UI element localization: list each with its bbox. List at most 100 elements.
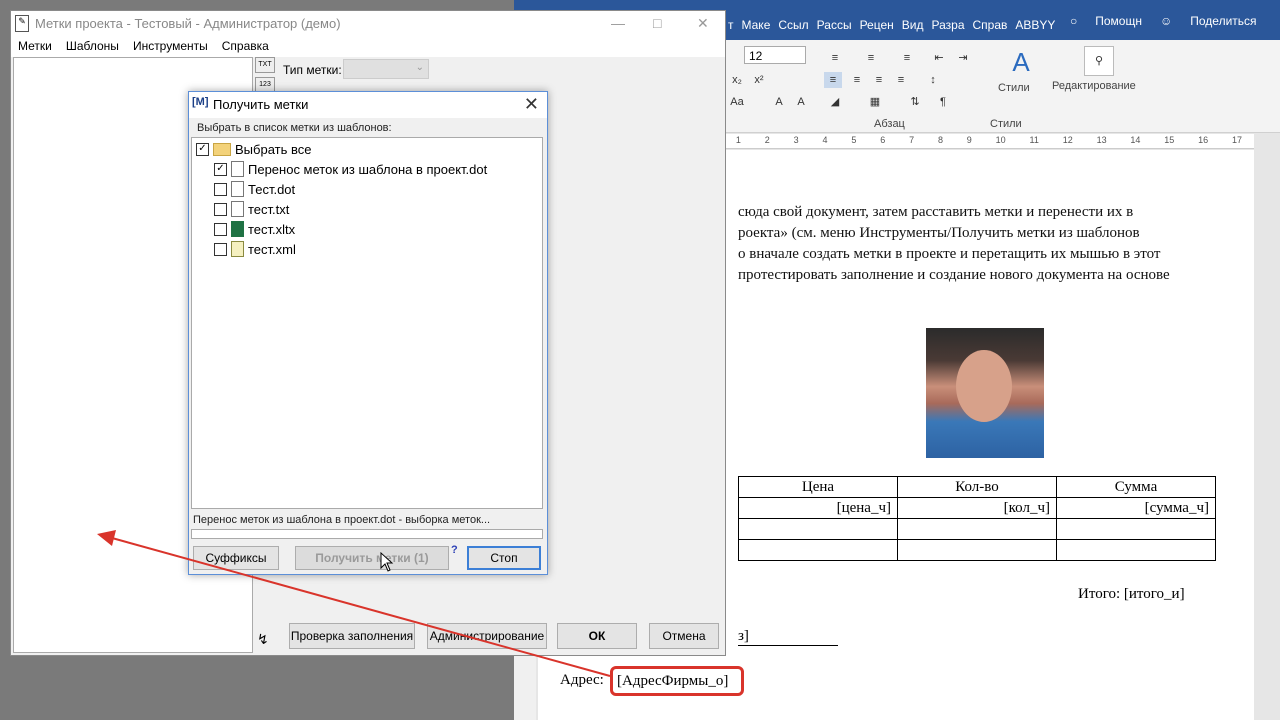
tag-type-label: Тип метки: (283, 63, 342, 77)
menu-item-help[interactable]: Справка (215, 37, 276, 57)
cancel-button[interactable]: Отмена (649, 623, 719, 649)
document-icon: ✎ (15, 15, 29, 32)
ribbon-tab[interactable]: Рецен (856, 14, 898, 38)
ribbon-tab[interactable]: Рассы (813, 14, 856, 38)
ribbon-tab[interactable]: Справ (969, 14, 1012, 38)
suffixes-button[interactable]: Суффиксы (193, 546, 279, 570)
shading-icon[interactable]: ◢ (826, 94, 844, 110)
progress-bar (191, 529, 543, 539)
paragraph-group-label: Абзац (874, 118, 905, 130)
tag-type-select[interactable]: ⌄ (343, 59, 429, 79)
share-button[interactable]: Поделиться (1190, 14, 1256, 28)
ribbon-tab[interactable]: Вид (898, 14, 928, 38)
tree-row-template[interactable]: Тест.dot (214, 180, 295, 198)
doc-text-line: о вначале создать метки в проекте и пере… (738, 246, 1161, 262)
ruler-mark: 4 (822, 135, 828, 145)
paragraph-marks-icon[interactable]: ¶ (934, 94, 952, 110)
tree-row-select-all[interactable]: ✓ Выбрать все (196, 140, 311, 158)
search-icon[interactable]: ⚲ (1084, 46, 1114, 76)
ruler-mark: 16 (1198, 135, 1209, 145)
table-cell: [сумма_ч] (1056, 497, 1216, 519)
superscript-icon[interactable]: x² (750, 72, 768, 88)
table-cell (738, 518, 898, 540)
menu-item-templates[interactable]: Шаблоны (59, 37, 126, 57)
table-header-sum: Сумма (1056, 476, 1216, 498)
doc-text-line: сюда свой документ, затем расставить мет… (738, 204, 1134, 220)
tell-me-button[interactable]: Помощн (1095, 14, 1142, 28)
chevron-down-icon: ⌄ (415, 62, 424, 73)
admin-button[interactable]: Администрирование (427, 623, 547, 649)
menu-item-tools[interactable]: Инструменты (126, 37, 215, 57)
bullets-icon[interactable]: ≡ (826, 50, 844, 66)
checkbox-checked[interactable]: ✓ (196, 142, 209, 156)
maximize-icon[interactable]: □ (653, 15, 661, 31)
numbering-icon[interactable]: ≡ (862, 50, 880, 66)
person-icon: ☺ (1159, 14, 1173, 28)
ruler-mark: 13 (1096, 135, 1107, 145)
close-icon[interactable]: ✕ (697, 15, 709, 32)
template-name: тест.txt (248, 201, 290, 217)
font-size-combo[interactable]: 12 (744, 46, 806, 64)
ribbon-tab[interactable]: Маке (738, 14, 775, 38)
dialog-status-text: Перенос меток из шаблона в проект.dot - … (193, 514, 491, 526)
table-cell: [кол_ч] (897, 497, 1057, 519)
check-fill-button[interactable]: Проверка заполнения (289, 623, 415, 649)
templates-tree[interactable]: ✓ Выбрать все ✓ Перенос меток из шаблона… (191, 137, 543, 509)
get-tags-button[interactable]: Получить метки (1) (295, 546, 449, 570)
multilevel-list-icon[interactable]: ≡ (898, 50, 916, 66)
checkbox-checked[interactable]: ✓ (214, 162, 227, 176)
align-right-icon[interactable]: ≡ (870, 72, 888, 88)
checkbox-unchecked[interactable] (214, 242, 227, 256)
line-spacing-icon[interactable]: ↕ (924, 72, 942, 88)
table-header-price: Цена (738, 476, 898, 498)
tree-row-template[interactable]: тест.xltx (214, 220, 295, 238)
txt-tag-icon[interactable]: TXT (255, 57, 275, 73)
main-title-bar[interactable]: ✎ Метки проекта - Тестовый - Администрат… (11, 11, 725, 37)
close-icon[interactable]: ✕ (524, 94, 539, 115)
ruler-mark: 5 (851, 135, 857, 145)
align-left-icon[interactable]: ≡ (824, 72, 842, 88)
word-title-actions: ○ Помощн ☺ Поделиться (1070, 14, 1257, 28)
get-tags-dialog: [M] Получить метки ✕ Выбрать в список ме… (188, 91, 548, 575)
font-shrink-icon[interactable]: A (792, 94, 810, 110)
wand-icon[interactable]: ↯ (257, 631, 269, 648)
ribbon-tab[interactable]: Ссыл (774, 14, 812, 38)
checkbox-unchecked[interactable] (214, 202, 227, 216)
editing-button-label[interactable]: Редактирование (1052, 80, 1136, 92)
ruler-mark: 12 (1062, 135, 1073, 145)
styles-icon[interactable]: A (1006, 46, 1036, 78)
checkbox-unchecked[interactable] (214, 182, 227, 196)
subscript-icon[interactable]: x₂ (728, 72, 746, 88)
dialog-title-bar[interactable]: [M] Получить метки ✕ (189, 92, 547, 118)
ribbon-tab[interactable]: т (724, 14, 738, 38)
help-icon[interactable]: ? (451, 544, 458, 556)
ruler-mark: 1 (735, 135, 741, 145)
align-center-icon[interactable]: ≡ (848, 72, 866, 88)
dialog-title: Получить метки (213, 97, 309, 112)
ribbon-tab[interactable]: Разра (928, 14, 969, 38)
stop-button[interactable]: Стоп (467, 546, 541, 570)
ruler-mark: 8 (937, 135, 943, 145)
ribbon-tab[interactable]: ABBYY (1011, 14, 1059, 38)
decrease-indent-icon[interactable]: ⇤ (930, 50, 948, 66)
lightbulb-icon[interactable]: ○ (1070, 14, 1077, 28)
ok-button[interactable]: ОК (557, 623, 637, 649)
justify-icon[interactable]: ≡ (892, 72, 910, 88)
increase-indent-icon[interactable]: ⇥ (954, 50, 972, 66)
change-case-icon[interactable]: Aa (728, 94, 746, 110)
address-tag-highlight[interactable]: [АдресФирмы_о] (610, 666, 744, 696)
minimize-icon[interactable]: — (611, 15, 625, 31)
font-grow-icon[interactable]: A (770, 94, 788, 110)
tree-row-template[interactable]: тест.xml (214, 240, 296, 258)
borders-icon[interactable]: ▦ (866, 94, 884, 110)
tree-row-template[interactable]: тест.txt (214, 200, 289, 218)
sort-icon[interactable]: ⇅ (906, 94, 924, 110)
template-name: тест.xml (248, 241, 296, 257)
tree-row-template[interactable]: ✓ Перенос меток из шаблона в проект.dot (214, 160, 487, 178)
select-all-label: Выбрать все (235, 141, 312, 157)
menu-item-tags[interactable]: Метки (11, 37, 59, 57)
checkbox-unchecked[interactable] (214, 222, 227, 236)
horizontal-ruler[interactable]: 1 2 3 4 5 6 7 8 9 10 11 12 13 14 15 16 1… (724, 134, 1254, 149)
ruler-mark: 11 (1029, 135, 1039, 145)
styles-button-label[interactable]: Стили (998, 82, 1030, 94)
